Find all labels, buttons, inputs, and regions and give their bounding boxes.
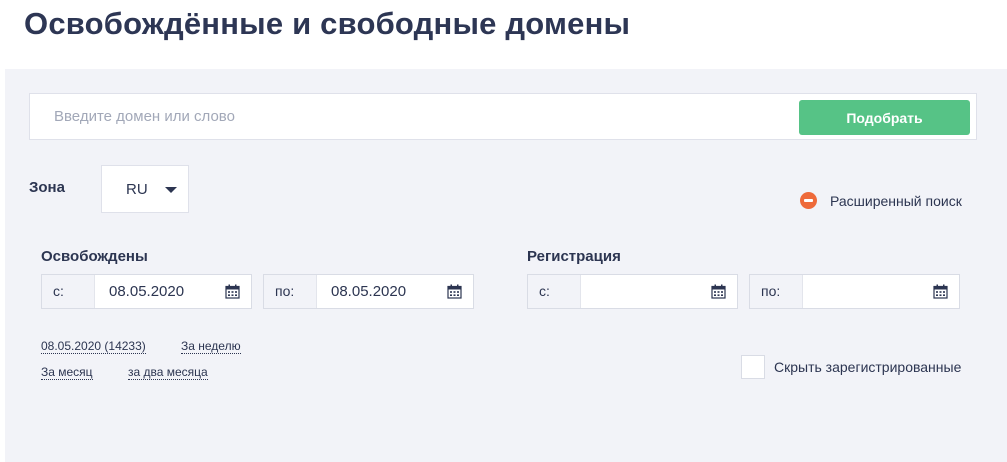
search-button[interactable]: Подобрать — [799, 100, 970, 135]
hide-registered-toggle[interactable]: Скрыть зарегистрированные — [741, 355, 961, 379]
chevron-down-icon — [165, 187, 177, 193]
released-title: Освобождены — [41, 248, 148, 265]
zone-selected-value: RU — [126, 181, 148, 198]
page-title: Освобождённые и свободные домены — [24, 6, 631, 41]
released-from-field[interactable]: с: 08.05.2020 — [41, 274, 252, 309]
advanced-search-label: Расширенный поиск — [830, 192, 962, 209]
registration-to-prefix: по: — [750, 275, 803, 308]
hide-registered-label: Скрыть зарегистрированные — [774, 359, 962, 375]
calendar-icon[interactable] — [933, 284, 948, 299]
search-panel: Подобрать Зона RU Расширенный поиск Осво… — [5, 69, 1007, 462]
registration-from-prefix: с: — [528, 275, 581, 308]
released-from-prefix: с: — [42, 275, 95, 308]
calendar-icon[interactable] — [711, 284, 726, 299]
search-box: Подобрать — [29, 93, 977, 140]
quick-link-month[interactable]: За месяц — [41, 365, 93, 380]
advanced-search-toggle[interactable]: Расширенный поиск — [800, 192, 962, 209]
quick-link-two-months[interactable]: за два месяца — [128, 365, 208, 380]
released-to-prefix: по: — [264, 275, 317, 308]
zone-label: Зона — [29, 179, 65, 196]
calendar-icon[interactable] — [225, 284, 240, 299]
registration-to-field[interactable]: по: — [749, 274, 960, 309]
quick-link-today[interactable]: 08.05.2020 (14233) — [41, 339, 146, 354]
minus-circle-icon — [800, 192, 817, 209]
zone-select[interactable]: RU — [101, 165, 189, 213]
hide-registered-checkbox[interactable] — [741, 355, 765, 379]
quick-link-week[interactable]: За неделю — [181, 339, 241, 354]
search-input[interactable] — [30, 94, 790, 139]
calendar-icon[interactable] — [447, 284, 462, 299]
registration-from-field[interactable]: с: — [527, 274, 738, 309]
released-from-value: 08.05.2020 — [109, 283, 185, 300]
registration-title: Регистрация — [527, 248, 621, 265]
released-to-field[interactable]: по: 08.05.2020 — [263, 274, 474, 309]
released-to-value: 08.05.2020 — [331, 283, 407, 300]
